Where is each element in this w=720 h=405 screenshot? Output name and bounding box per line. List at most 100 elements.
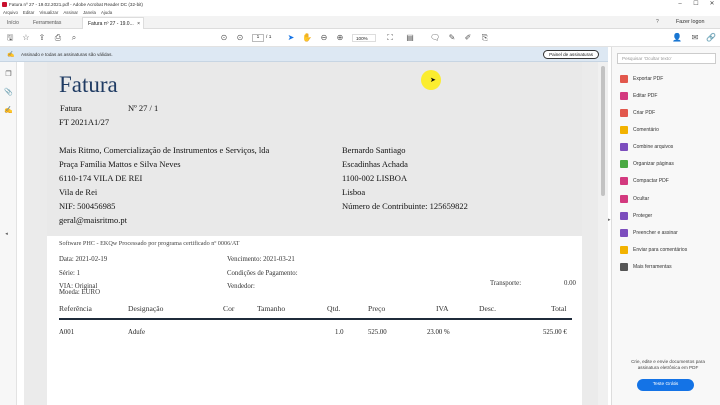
menu-assinar[interactable]: Assinar: [63, 9, 78, 16]
prev-page-icon[interactable]: ⊙: [219, 33, 229, 43]
tool-item[interactable]: Enviar para comentários: [620, 245, 687, 255]
tool-icon: [620, 92, 628, 100]
select-cursor-icon[interactable]: ➤: [286, 33, 296, 43]
window-controls: – ☐ ✕: [672, 0, 720, 9]
fit-page-icon[interactable]: ⛶: [385, 33, 395, 43]
page-thumbnails-icon[interactable]: ❐: [4, 70, 13, 79]
tool-label: Mais ferramentas: [633, 264, 672, 270]
toolbar: 🖫 ☆ ⇪ ⎙ ⌕ ⊙ ⊙ 1 / 1 ➤ ✋ ⊖ ⊕ 100% ⛶ ▤ 🗨 ✎…: [0, 29, 720, 47]
tool-label: Preencher e assinar: [633, 230, 678, 236]
maximize-button[interactable]: ☐: [688, 0, 704, 9]
invoice-title: Fatura: [59, 72, 118, 97]
hand-tool-icon[interactable]: ✋: [302, 33, 312, 43]
doc-number: Nº 27 / 1: [128, 103, 159, 113]
upload-icon[interactable]: ⇪: [37, 33, 47, 43]
login-button[interactable]: Fazer logon: [676, 19, 704, 25]
tool-icon: [620, 195, 628, 203]
zoom-select[interactable]: 100%: [352, 34, 376, 42]
left-navigation-pane: ❐ 📎 ✍ ◂: [0, 62, 17, 405]
page-separator: / 1: [266, 35, 272, 40]
next-page-icon[interactable]: ⊙: [235, 33, 245, 43]
tool-item[interactable]: Ocultar: [620, 194, 649, 204]
tool-icon: [620, 212, 628, 220]
scrollbar-thumb[interactable]: [601, 66, 605, 196]
search-icon[interactable]: ⌕: [69, 33, 79, 43]
client-postcode: 1100-002 LISBOA: [342, 173, 408, 183]
close-window-button[interactable]: ✕: [704, 0, 720, 9]
signatures-icon[interactable]: ✍: [4, 106, 13, 115]
save-icon[interactable]: 🖫: [5, 33, 15, 43]
tools-pane: Pesquisar 'Ocultar texto' Exportar PDF Ed…: [608, 47, 720, 405]
col-color: Cor: [223, 304, 235, 313]
table-header: Referência Designação Cor Tamanho Qtd. P…: [47, 304, 582, 314]
row-qty: 1.0: [335, 329, 344, 336]
stamp-icon[interactable]: ⎘: [480, 33, 490, 43]
tool-icon: [620, 246, 628, 254]
company-name: Mais Ritmo, Comercialização de Instrumen…: [59, 145, 270, 155]
tool-item[interactable]: Comentário: [620, 125, 659, 135]
tool-label: Exportar PDF: [633, 76, 664, 82]
company-nif: NIF: 500456985: [59, 201, 116, 211]
transport-value: 0.00: [564, 280, 576, 287]
tool-item[interactable]: Compactar PDF: [620, 176, 669, 186]
menu-janela[interactable]: Janela: [83, 9, 96, 16]
client-block: Bernardo Santiago Escadinhas Achada 1100…: [342, 143, 468, 213]
window-title: Fatura nº 27 - 19.02.2021.pdf - Adobe Ac…: [9, 2, 143, 7]
draw-icon[interactable]: ✐: [463, 33, 473, 43]
page-total: 1: [268, 35, 272, 40]
menu-ajuda[interactable]: Ajuda: [101, 9, 112, 16]
col-discount: Desc.: [479, 304, 497, 313]
comment-icon[interactable]: 🗨: [430, 33, 440, 43]
highlight-pen-icon[interactable]: ✎: [447, 33, 457, 43]
tool-label: Proteger: [633, 213, 653, 219]
tool-label: Compactar PDF: [633, 178, 669, 184]
tool-label: Combine arquivos: [633, 144, 674, 150]
tool-item[interactable]: Criar PDF: [620, 108, 655, 118]
signature-valid-icon: ✍: [7, 52, 15, 58]
zoom-in-icon[interactable]: ⊕: [335, 33, 345, 43]
attachments-icon[interactable]: 📎: [4, 88, 13, 97]
link-icon[interactable]: 🔗: [706, 33, 716, 43]
table-header-rule: [59, 318, 572, 320]
help-icon[interactable]: ?: [656, 19, 659, 25]
menu-visualizar[interactable]: Visualizar: [39, 9, 58, 16]
menu-editar[interactable]: Editar: [23, 9, 34, 16]
client-city: Lisboa: [342, 187, 366, 197]
vertical-scrollbar[interactable]: [598, 62, 608, 405]
tool-item[interactable]: Editar PDF: [620, 91, 657, 101]
tab-home[interactable]: Início: [2, 17, 24, 29]
share-user-icon[interactable]: 👤: [672, 33, 682, 43]
collapse-right-pane-icon[interactable]: ▸: [608, 217, 611, 223]
scroll-mode-icon[interactable]: ▤: [405, 33, 415, 43]
client-nif: Número de Contribuinte: 125659822: [342, 201, 468, 211]
invoice-due-date: 2021-03-21: [263, 256, 295, 263]
company-address: Praça Família Mattos e Silva Neves: [59, 159, 181, 169]
document-viewport[interactable]: Fatura Fatura Nº 27 / 1 FT 2021A1/27 Mai…: [24, 62, 598, 405]
table-row: A001 Adufe 1.0 525.00 23.00 % 525.00 €: [47, 329, 582, 339]
tool-item[interactable]: Mais ferramentas: [620, 262, 672, 272]
minimize-button[interactable]: –: [672, 0, 688, 9]
bookmark-star-icon[interactable]: ☆: [21, 33, 31, 43]
zoom-out-icon[interactable]: ⊖: [319, 33, 329, 43]
tools-search-input[interactable]: Pesquisar 'Ocultar texto': [617, 53, 716, 64]
print-icon[interactable]: ⎙: [53, 33, 63, 43]
tool-item[interactable]: Combine arquivos: [620, 142, 673, 152]
tab-document[interactable]: Fatura nº 27 - 19.0... ×: [82, 17, 144, 29]
signature-panel-button[interactable]: Painel de assinaturas: [543, 50, 599, 59]
tab-tools[interactable]: Ferramentas: [28, 17, 66, 29]
tool-item[interactable]: Organizar páginas: [620, 159, 674, 169]
tool-item[interactable]: Exportar PDF: [620, 74, 663, 84]
tool-item[interactable]: Proteger: [620, 211, 652, 221]
email-icon[interactable]: ✉: [690, 33, 700, 43]
collapse-left-pane-icon[interactable]: ◂: [2, 230, 11, 239]
client-name: Bernardo Santiago: [342, 145, 406, 155]
menu-arquivo[interactable]: Arquivo: [3, 9, 18, 16]
acrobat-icon: [2, 2, 7, 7]
pdf-page: Fatura Fatura Nº 27 / 1 FT 2021A1/27 Mai…: [47, 62, 582, 405]
tool-icon: [620, 263, 628, 271]
free-trial-button[interactable]: Teste Grátis: [637, 379, 694, 391]
tool-item[interactable]: Preencher e assinar: [620, 228, 678, 238]
invoice-date: 2021-02-19: [75, 256, 108, 263]
page-number-input[interactable]: 1: [252, 34, 264, 42]
doc-label: Fatura: [60, 103, 82, 113]
